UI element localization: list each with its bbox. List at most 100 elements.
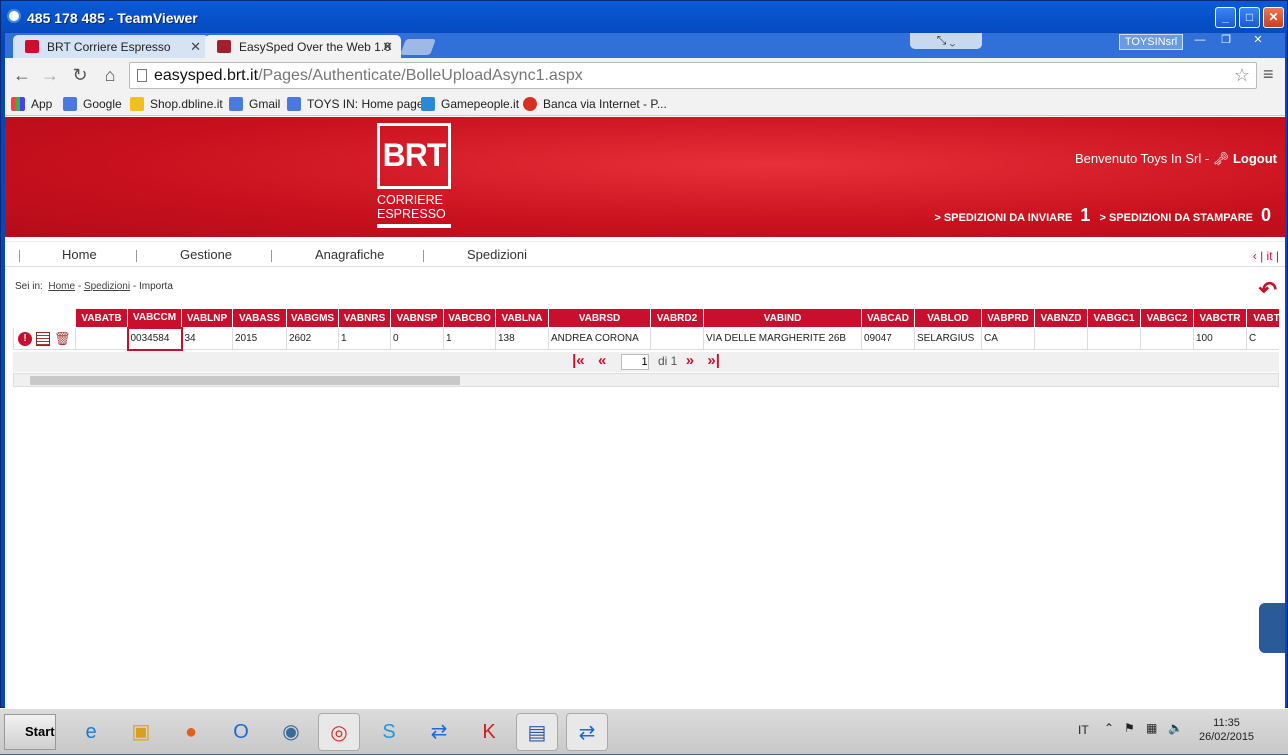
column-header[interactable]: VABNZD (1034, 308, 1088, 328)
table-cell[interactable] (1140, 327, 1194, 350)
chrome-minimize-button[interactable]: — (1187, 33, 1213, 49)
logout-link[interactable]: Logout (1233, 151, 1277, 166)
column-header[interactable]: VABLNA (495, 308, 549, 328)
horizontal-scrollbar[interactable] (13, 373, 1279, 387)
tab-brt[interactable]: BRT Corriere Espresso ✕ (13, 35, 209, 58)
column-header[interactable]: VABIND (703, 308, 862, 328)
breadcrumb-home[interactable]: Home (48, 281, 75, 292)
new-tab-button[interactable] (400, 39, 436, 55)
column-header[interactable]: VABLOD (914, 308, 982, 328)
table-cell[interactable]: 0 (390, 327, 444, 350)
page-number-input[interactable] (620, 354, 649, 370)
brt-logo[interactable]: BRT CORRIERE ESPRESSO (377, 123, 452, 231)
bookmark-apps[interactable]: App (11, 95, 52, 113)
table-cell[interactable]: VIA DELLE MARGHERITE 26B (703, 327, 862, 350)
prev-page-button[interactable]: « (598, 352, 606, 369)
column-header[interactable]: VABGMS (286, 308, 339, 328)
table-cell[interactable]: 2015 (232, 327, 287, 350)
chrome-icon[interactable]: ◎ (318, 713, 360, 751)
address-bar[interactable]: easysped.brt.it/Pages/Authenticate/Bolle… (129, 62, 1257, 89)
teamviewer-panel-toggle[interactable]: ⤡ ⌄ (910, 33, 982, 49)
reload-icon[interactable]: ↻ (69, 64, 91, 86)
teamviewer-side-panel[interactable] (1259, 603, 1285, 653)
first-page-button[interactable]: |« (572, 352, 585, 369)
volume-icon[interactable]: 🔈 (1168, 721, 1183, 735)
close-button[interactable]: ✕ (1263, 7, 1284, 28)
explorer-icon[interactable]: ▣ (120, 713, 162, 751)
kaspersky-icon[interactable]: K (468, 713, 510, 751)
column-header[interactable]: VABLNP (181, 308, 233, 328)
ie-icon[interactable]: e (70, 713, 112, 751)
bookmark-toys-in[interactable]: TOYS IN: Home page (287, 95, 424, 113)
table-cell[interactable]: SELARGIUS (914, 327, 982, 350)
firefox-icon[interactable]: ● (170, 713, 212, 751)
table-cell[interactable]: 100 (1193, 327, 1247, 350)
last-page-button[interactable]: »| (707, 352, 720, 369)
scrollbar-thumb[interactable] (30, 376, 460, 385)
column-header[interactable]: VABCTR (1193, 308, 1247, 328)
flag-icon[interactable]: ⚑ (1124, 721, 1135, 735)
error-icon[interactable]: ! (18, 331, 32, 346)
profile-badge[interactable]: TOYSINsrl (1119, 34, 1183, 50)
column-header[interactable]: VABCAD (861, 308, 915, 328)
bookmark-star-icon[interactable]: ☆ (1234, 65, 1250, 86)
thunderbird-icon[interactable]: ◉ (270, 713, 312, 751)
menu-gestione[interactable]: Gestione (180, 247, 232, 262)
column-header[interactable]: VABGC1 (1087, 308, 1141, 328)
detail-icon[interactable] (36, 331, 50, 346)
table-cell[interactable] (75, 327, 128, 350)
bookmark-gamepeople[interactable]: Gamepeople.it (421, 95, 519, 113)
menu-anagrafiche[interactable]: Anagrafiche (315, 247, 384, 262)
chrome-restore-button[interactable]: ❐ (1213, 33, 1239, 49)
table-cell[interactable]: 0034584 (126, 326, 183, 351)
tab-easysped[interactable]: EasySped Over the Web 1.0 ✕ (205, 35, 401, 58)
bookmark-gmail[interactable]: Gmail (229, 95, 280, 113)
column-header[interactable]: VABRSD (548, 308, 651, 328)
column-header[interactable]: VABGC2 (1140, 308, 1194, 328)
bookmark-banca[interactable]: Banca via Internet - P... (523, 95, 667, 113)
table-cell[interactable]: C (1246, 327, 1279, 350)
back-icon[interactable]: ← (11, 64, 33, 86)
forward-icon[interactable]: → (39, 64, 61, 86)
language-selector[interactable]: ‹ | it | (1253, 249, 1279, 263)
to-send-link[interactable]: > SPEDIZIONI DA INVIARE 1 (934, 205, 1096, 225)
table-cell[interactable]: ANDREA CORONA (548, 327, 651, 350)
column-header[interactable]: VABPRD (981, 308, 1035, 328)
skype-icon[interactable]: S (368, 713, 410, 751)
maximize-button[interactable]: □ (1239, 7, 1260, 28)
close-tab-icon[interactable]: ✕ (190, 39, 201, 55)
menu-spedizioni[interactable]: Spedizioni (467, 247, 527, 262)
breadcrumb-spedizioni[interactable]: Spedizioni (84, 281, 130, 292)
start-button[interactable]: Start (4, 714, 56, 750)
table-cell[interactable]: 2602 (286, 327, 339, 350)
clock[interactable]: 11:35 26/02/2015 (1199, 716, 1254, 744)
to-print-link[interactable]: > SPEDIZIONI DA STAMPARE 0 (1099, 205, 1277, 225)
table-cell[interactable] (1087, 327, 1141, 350)
bookmark-google[interactable]: Google (63, 95, 122, 113)
minimize-button[interactable]: _ (1215, 7, 1236, 28)
bookmark-shop-dbline[interactable]: Shop.dbline.it (130, 95, 223, 113)
remote-desktop-icon[interactable]: ▤ (516, 713, 558, 751)
home-icon[interactable]: ⌂ (99, 64, 121, 86)
outlook-icon[interactable]: O (220, 713, 262, 751)
table-cell[interactable]: 1 (443, 327, 496, 350)
column-header[interactable]: VABCBO (443, 308, 496, 328)
chrome-close-button[interactable]: ✕ (1245, 33, 1271, 49)
column-header[interactable]: VABCCM (127, 308, 182, 328)
table-cell[interactable] (1034, 327, 1088, 350)
column-header[interactable]: VABASS (232, 308, 287, 328)
table-row[interactable]: ! 🗑 0034584 34 2015 2602 1 0 1 138 ANDREA CORONA VI… (13, 326, 1279, 351)
table-cell[interactable]: 09047 (861, 327, 915, 350)
chrome-menu-icon[interactable]: ≡ (1263, 64, 1281, 85)
column-header[interactable]: VABRD2 (650, 308, 704, 328)
close-tab-icon[interactable]: ✕ (382, 39, 393, 55)
language-indicator[interactable]: IT (1078, 723, 1089, 737)
menu-home[interactable]: Home (62, 247, 97, 262)
next-page-button[interactable]: » (686, 352, 694, 369)
table-cell[interactable]: 34 (181, 327, 233, 350)
column-header[interactable]: VABNRS (338, 308, 391, 328)
delete-icon[interactable]: 🗑 (54, 331, 71, 346)
table-cell[interactable] (650, 327, 704, 350)
back-arrow-icon[interactable]: ↶ (1259, 277, 1277, 303)
teamviewer-taskbar-icon[interactable]: ⇄ (418, 713, 460, 751)
